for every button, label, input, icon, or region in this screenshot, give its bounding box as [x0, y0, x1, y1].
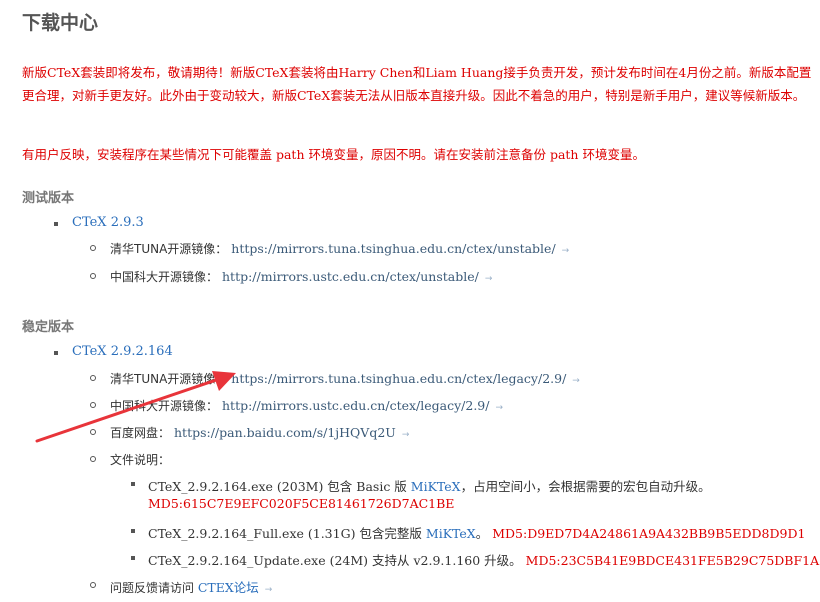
files-description: 文件说明： — [110, 451, 170, 468]
stable-mirror-tuna: 清华TUNA开源镜像： https://mirrors.tuna.tsinghu… — [110, 370, 580, 387]
beta-version-link[interactable]: CTeX 2.9.3 — [72, 215, 144, 230]
beta-heading: 测试版本 — [22, 191, 75, 206]
stable-baidu-pan: 百度网盘： https://pan.baidu.com/s/1jHQVq2U → — [110, 424, 409, 441]
ctex-forum-link[interactable]: CTEX论坛 — [198, 580, 259, 595]
stable-mirror-ustc: 中国科大开源镜像： http://mirrors.ustc.edu.cn/cte… — [110, 397, 503, 414]
circle-bullet-icon — [90, 429, 96, 435]
external-link-icon: → — [495, 403, 503, 413]
bullet-icon — [131, 529, 135, 533]
stable-version-link[interactable]: CTeX 2.9.2.164 — [72, 344, 173, 359]
beta-ustc-link[interactable]: http://mirrors.ustc.edu.cn/ctex/unstable… — [222, 269, 479, 284]
file-name: CTeX_2.9.2.164.exe (203M) 包含 Basic 版 — [148, 479, 411, 494]
circle-bullet-icon — [90, 402, 96, 408]
page-title: 下载中心 — [22, 12, 99, 34]
external-link-icon: → — [561, 246, 570, 256]
feedback-row: 问题反馈请访问 CTEX论坛 → — [110, 577, 272, 596]
baidu-pan-link[interactable]: https://pan.baidu.com/s/1jHQVq2U — [174, 425, 396, 440]
circle-bullet-icon — [90, 245, 96, 251]
mirror-label: 清华TUNA开源镜像： — [110, 242, 228, 256]
bullet-icon — [54, 351, 58, 355]
circle-bullet-icon — [90, 456, 96, 462]
external-link-icon: → — [264, 585, 273, 595]
file-desc: 。 — [475, 526, 489, 541]
miktex-link[interactable]: MiKTeX — [426, 526, 476, 541]
circle-bullet-icon — [90, 273, 96, 279]
pan-label: 百度网盘： — [110, 426, 171, 440]
files-label: 文件说明： — [110, 453, 171, 467]
file-name: CTeX_2.9.2.164_Full.exe (1.31G) 包含完整版 — [148, 526, 426, 541]
beta-tuna-link[interactable]: https://mirrors.tuna.tsinghua.edu.cn/cte… — [231, 241, 555, 256]
file-md5-update: MD5:23C5B41E9BDCE431FE5B29C75DBF1A34 — [525, 553, 820, 568]
external-link-icon: → — [401, 430, 410, 440]
external-link-icon: → — [484, 274, 493, 284]
feedback-label: 问题反馈请访问 — [110, 581, 198, 595]
bullet-icon — [131, 556, 135, 560]
file-item-update: CTeX_2.9.2.164_Update.exe (24M) 支持从 v2.9… — [148, 550, 820, 569]
circle-bullet-icon — [90, 582, 96, 588]
beta-mirror-ustc: 中国科大开源镜像： http://mirrors.ustc.edu.cn/cte… — [110, 268, 492, 285]
stable-version-row: CTeX 2.9.2.164 — [72, 344, 173, 359]
file-md5-full: MD5:D9ED7D4A24861A9A432BB9B5EDD8D9D1 — [492, 526, 806, 541]
circle-bullet-icon — [90, 375, 96, 381]
file-item-basic: CTeX_2.9.2.164.exe (203M) 包含 Basic 版 MiK… — [148, 476, 711, 495]
beta-mirror-tuna: 清华TUNA开源镜像： https://mirrors.tuna.tsinghu… — [110, 240, 569, 257]
stable-tuna-link[interactable]: https://mirrors.tuna.tsinghua.edu.cn/cte… — [231, 371, 566, 386]
file-md5-basic: MD5:615C7E9EFC020F5CE81461726D7AC1BE — [148, 496, 455, 511]
file-name: CTeX_2.9.2.164_Update.exe (24M) 支持从 v2.9… — [148, 553, 522, 568]
mirror-label: 中国科大开源镜像： — [110, 399, 219, 413]
beta-version-row: CTeX 2.9.3 — [72, 215, 144, 230]
bullet-icon — [54, 222, 58, 226]
mirror-label: 清华TUNA开源镜像： — [110, 372, 228, 386]
miktex-link[interactable]: MiKTeX — [411, 479, 461, 494]
bullet-icon — [131, 482, 135, 486]
mirror-label: 中国科大开源镜像： — [110, 270, 219, 284]
stable-ustc-link[interactable]: http://mirrors.ustc.edu.cn/ctex/legacy/2… — [222, 398, 489, 413]
external-link-icon: → — [572, 376, 580, 386]
file-desc: ，占用空间小，会根据需要的宏包自动升级。 — [460, 479, 711, 494]
release-notice: 新版CTeX套装即将发布，敬请期待！新版CTeX套装将由Harry Chen和L… — [22, 65, 812, 103]
stable-heading: 稳定版本 — [22, 320, 75, 335]
file-item-full: CTeX_2.9.2.164_Full.exe (1.31G) 包含完整版 Mi… — [148, 523, 805, 542]
path-warning-notice: 有用户反映，安装程序在某些情况下可能覆盖 path 环境变量，原因不明。请在安装… — [22, 147, 645, 162]
